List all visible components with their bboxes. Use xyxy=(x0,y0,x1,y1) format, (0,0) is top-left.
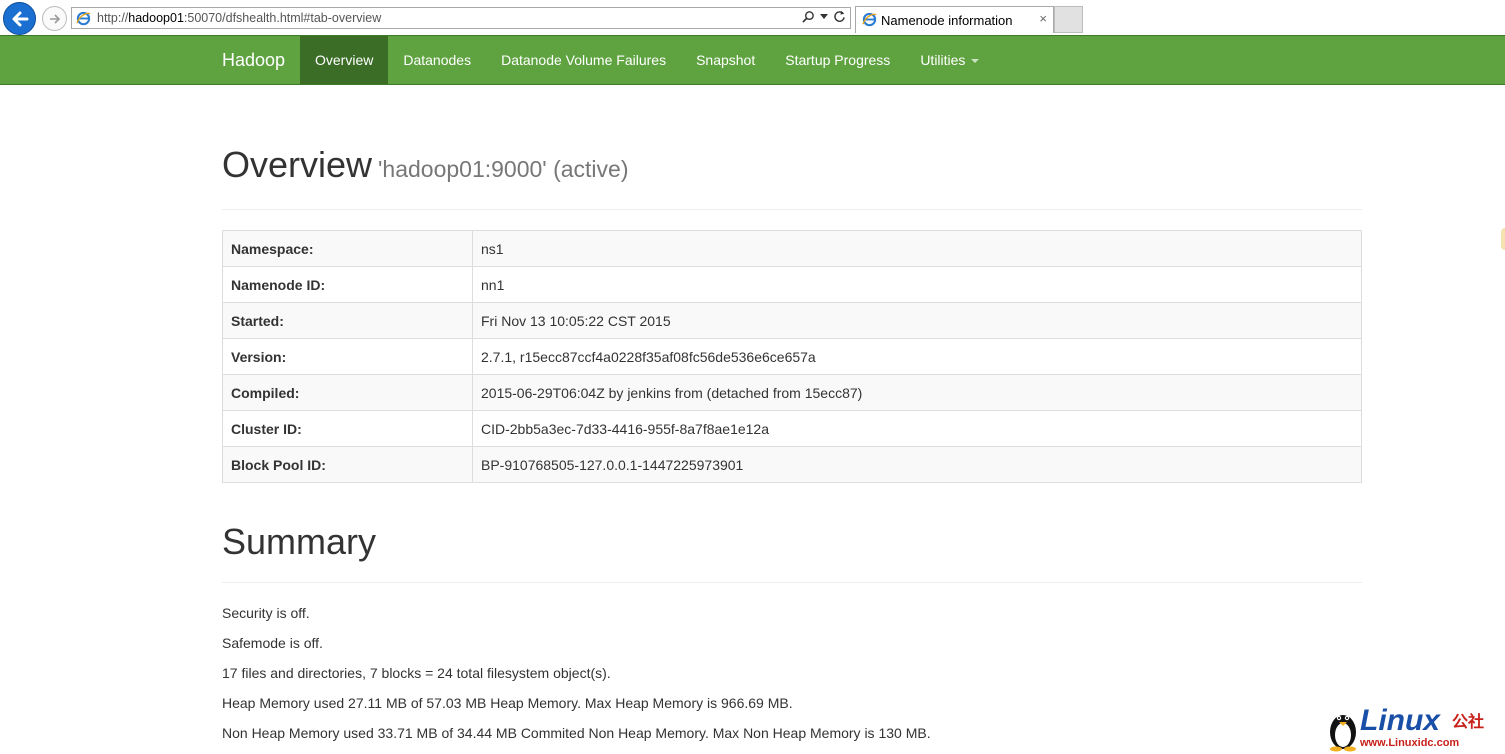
summary-title: Summary xyxy=(222,521,377,562)
row-key: Namenode ID: xyxy=(222,266,473,303)
watermark-word: Linux xyxy=(1360,704,1440,737)
browser-tab[interactable]: Namenode information × xyxy=(855,6,1054,33)
row-value: CID-2bb5a3ec-7d33-4416-955f-8a7f8ae1e12a xyxy=(472,410,1362,447)
search-icon[interactable] xyxy=(802,10,815,23)
table-row: Namespace: ns1 xyxy=(222,230,1362,267)
nav-startup-progress[interactable]: Startup Progress xyxy=(770,36,905,84)
table-row: Block Pool ID: BP-910768505-127.0.0.1-144… xyxy=(222,446,1362,483)
nav-datanode-volume-failures[interactable]: Datanode Volume Failures xyxy=(486,36,681,84)
refresh-icon[interactable] xyxy=(833,10,846,23)
table-row: Compiled: 2015-06-29T06:04Z by jenkins fr… xyxy=(222,374,1362,411)
browser-chrome: http://hadoop01:50070/dfshealth.html#tab… xyxy=(0,0,1505,36)
new-tab-button[interactable] xyxy=(1054,6,1083,33)
row-value: ns1 xyxy=(472,230,1362,267)
nav-menu: Overview Datanodes Datanode Volume Failu… xyxy=(300,36,994,84)
side-decoration xyxy=(1501,228,1505,250)
summary-line: Safemode is off. xyxy=(222,635,323,651)
table-row: Cluster ID: CID-2bb5a3ec-7d33-4416-955f-8… xyxy=(222,410,1362,447)
summary-line: 17 files and directories, 7 blocks = 24 … xyxy=(222,665,611,681)
address-url: http://hadoop01:50070/dfshealth.html#tab… xyxy=(97,11,382,25)
nav-snapshot[interactable]: Snapshot xyxy=(681,36,770,84)
forward-button[interactable] xyxy=(42,6,67,31)
row-key: Started: xyxy=(222,302,473,339)
ie-logo-icon xyxy=(76,11,91,31)
dropdown-chevron-icon[interactable] xyxy=(820,13,828,20)
tab-title: Namenode information xyxy=(881,13,1013,28)
overview-table: Namespace: ns1 Namenode ID: nn1 Started: Fr… xyxy=(222,230,1362,483)
caret-down-icon xyxy=(971,59,980,64)
navbar: Hadoop Overview Datanodes Datanode Volum… xyxy=(0,35,1505,85)
overview-title: Overview'hadoop01:9000' (active) xyxy=(222,143,1362,191)
main-content: Overview'hadoop01:9000' (active) Namespa… xyxy=(222,85,1362,748)
row-key: Namespace: xyxy=(222,230,473,267)
nav-utilities-label: Utilities xyxy=(920,52,966,68)
watermark-cn: 公社 xyxy=(1452,714,1485,731)
overview-title-text: Overview xyxy=(222,144,373,185)
row-value: 2.7.1, r15ecc87ccf4a0228f35af08fc56de536… xyxy=(472,338,1362,375)
summary-body: Security is off. Safemode is off. 17 fil… xyxy=(222,598,1362,748)
close-tab-icon[interactable]: × xyxy=(1039,11,1047,26)
row-value: Fri Nov 13 10:05:22 CST 2015 xyxy=(472,302,1362,339)
nav-overview[interactable]: Overview xyxy=(300,36,389,84)
table-row: Version: 2.7.1, r15ecc87ccf4a0228f35af08f… xyxy=(222,338,1362,375)
watermark: Linux 公社 www.Linuxidc.com xyxy=(1326,704,1501,752)
row-key: Compiled: xyxy=(222,374,473,411)
row-value: nn1 xyxy=(472,266,1362,303)
summary-line: Non Heap Memory used 33.71 MB of 34.44 M… xyxy=(222,725,931,741)
back-arrow-icon xyxy=(12,11,28,26)
summary-line: Security is off. xyxy=(222,605,310,621)
row-key: Version: xyxy=(222,338,473,375)
address-bar[interactable]: http://hadoop01:50070/dfshealth.html#tab… xyxy=(71,7,851,29)
forward-arrow-icon xyxy=(49,13,60,24)
row-value: BP-910768505-127.0.0.1-1447225973901 xyxy=(472,446,1362,483)
ie-logo-icon xyxy=(862,12,877,32)
table-row: Started: Fri Nov 13 10:05:22 CST 2015 xyxy=(222,302,1362,339)
overview-subtitle: 'hadoop01:9000' (active) xyxy=(378,156,629,182)
summary-header: Summary xyxy=(222,520,1362,583)
row-value: 2015-06-29T06:04Z by jenkins from (detac… xyxy=(472,374,1362,411)
summary-line: Heap Memory used 27.11 MB of 57.03 MB He… xyxy=(222,695,793,711)
row-key: Cluster ID: xyxy=(222,410,473,447)
watermark-site: www.Linuxidc.com xyxy=(1360,737,1460,749)
table-row: Namenode ID: nn1 xyxy=(222,266,1362,303)
nav-datanodes[interactable]: Datanodes xyxy=(388,36,486,84)
nav-utilities[interactable]: Utilities xyxy=(905,36,994,84)
overview-header: Overview'hadoop01:9000' (active) xyxy=(222,143,1362,210)
row-key: Block Pool ID: xyxy=(222,446,473,483)
navbar-brand[interactable]: Hadoop xyxy=(222,36,285,84)
penguin-icon xyxy=(1330,715,1356,752)
back-button[interactable] xyxy=(3,2,36,35)
